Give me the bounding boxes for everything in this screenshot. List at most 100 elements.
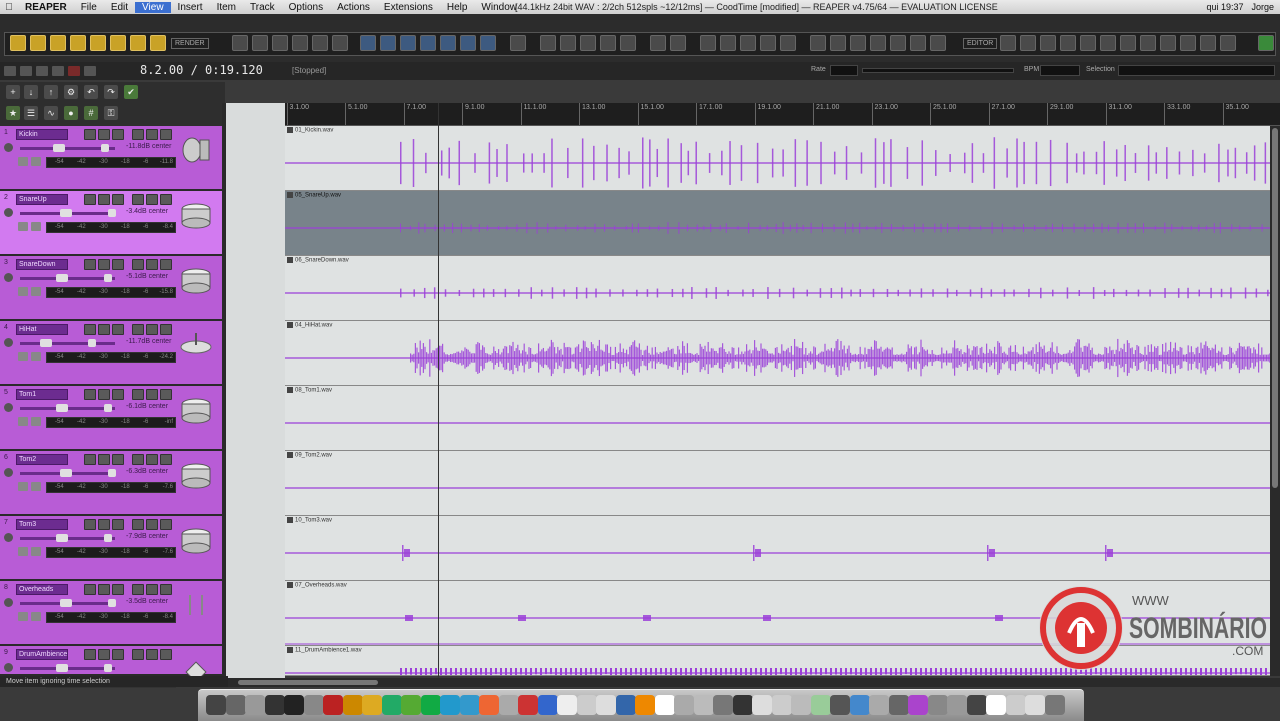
track-io-button[interactable]	[146, 584, 158, 595]
media-item-label[interactable]: 07_Overheads.wav	[287, 582, 347, 589]
rate-slider[interactable]	[862, 68, 1014, 73]
dock-app-icon[interactable]	[849, 695, 870, 715]
track-phase-button[interactable]	[160, 324, 172, 335]
media-item-label[interactable]: 04_HiHat.wav	[287, 322, 332, 329]
dock-app-icon[interactable]	[420, 695, 441, 715]
menu-view[interactable]: View	[135, 1, 171, 13]
dock-app-icon[interactable]	[323, 695, 343, 715]
menu-help[interactable]: Help	[440, 2, 475, 13]
item-lock-icon[interactable]	[287, 517, 293, 523]
toolbar-button[interactable]	[312, 35, 328, 51]
dock-app-icon[interactable]	[1005, 695, 1026, 715]
track-mute-button[interactable]	[98, 649, 110, 660]
toolbar-button[interactable]	[110, 35, 126, 51]
dock-app-icon[interactable]	[303, 695, 324, 715]
track-fx-button[interactable]	[84, 584, 96, 595]
media-item-label[interactable]: 09_Tom2.wav	[287, 452, 332, 459]
snap-icon[interactable]: ✔	[124, 85, 138, 99]
volume-knob[interactable]	[56, 274, 68, 282]
toolbar-button[interactable]	[380, 35, 396, 51]
dock-app-icon[interactable]	[635, 695, 655, 715]
track-name[interactable]: SnareDown	[16, 259, 68, 270]
toolbar-button[interactable]	[232, 35, 248, 51]
track-route-icon[interactable]	[31, 287, 41, 296]
track-env-button[interactable]	[132, 519, 144, 530]
track-lane[interactable]: 09_Tom2.wav	[285, 451, 1270, 516]
volume-knob[interactable]	[40, 339, 52, 347]
track-env-button[interactable]	[132, 324, 144, 335]
track-lane[interactable]: 04_HiHat.wav	[285, 321, 1270, 386]
track-mute-button[interactable]	[98, 194, 110, 205]
track-env-button[interactable]	[132, 649, 144, 660]
arrange-pre-roll[interactable]	[222, 103, 285, 678]
dock-app-icon[interactable]	[459, 695, 480, 715]
toolbar-button[interactable]	[700, 35, 716, 51]
dock-app-icon[interactable]	[654, 695, 675, 715]
new-track-icon[interactable]: +	[6, 85, 20, 99]
record-arm-button[interactable]	[4, 143, 13, 152]
dock-app-icon[interactable]	[576, 695, 597, 715]
dock-app-icon[interactable]	[557, 695, 577, 715]
volume-knob[interactable]	[56, 534, 68, 542]
track-lane[interactable]: 06_SnareDown.wav	[285, 256, 1270, 321]
stop-button[interactable]	[52, 66, 64, 76]
export-icon[interactable]: ↑	[44, 85, 58, 99]
toolbar-button[interactable]	[1200, 35, 1216, 51]
media-item-label[interactable]: 01_Kickin.wav	[287, 127, 333, 134]
dock-app-icon[interactable]	[830, 695, 850, 715]
dock-app-icon[interactable]	[810, 695, 831, 715]
toolbar-button[interactable]	[30, 35, 46, 51]
item-lock-icon[interactable]	[287, 647, 293, 653]
dock-app-icon[interactable]	[440, 695, 460, 715]
toolbar-button[interactable]	[360, 35, 376, 51]
item-lock-icon[interactable]	[287, 582, 293, 588]
volume-slider[interactable]	[20, 274, 115, 282]
volume-slider[interactable]	[20, 209, 116, 217]
dock-app-icon[interactable]	[401, 695, 421, 715]
pan-knob[interactable]	[104, 404, 112, 412]
track-io-button[interactable]	[146, 259, 158, 270]
menu-user[interactable]: Jorge	[1251, 2, 1274, 12]
toolbar-button[interactable]	[1100, 35, 1116, 51]
toolbar-button[interactable]	[150, 35, 166, 51]
track-phase-button[interactable]	[160, 584, 172, 595]
toolbar-button[interactable]	[1180, 35, 1196, 51]
track-solo-button[interactable]	[112, 129, 124, 140]
track-panel[interactable]: 8 Overheads -3.5dB center -54 -42 -30 -18 -6 -8.…	[0, 581, 222, 646]
track-env-button[interactable]	[132, 584, 144, 595]
toolbar-button[interactable]	[740, 35, 756, 51]
track-name[interactable]: Tom3	[16, 519, 68, 530]
record-arm-button[interactable]	[4, 598, 13, 607]
track-fx-button[interactable]	[84, 324, 96, 335]
pan-knob[interactable]	[108, 209, 116, 217]
record-arm-button[interactable]	[4, 403, 13, 412]
track-route-icon[interactable]	[31, 352, 41, 361]
track-solo-button[interactable]	[112, 259, 124, 270]
toolbar-button[interactable]	[480, 35, 496, 51]
grid-icon[interactable]: #	[84, 106, 98, 120]
volume-knob[interactable]	[53, 144, 65, 152]
volume-knob[interactable]	[60, 469, 72, 477]
toolbar-button[interactable]	[620, 35, 636, 51]
toolbar-button[interactable]	[1140, 35, 1156, 51]
track-io-icon[interactable]	[18, 287, 28, 296]
dock-app-icon[interactable]	[713, 695, 733, 715]
track-env-button[interactable]	[132, 259, 144, 270]
item-lock-icon[interactable]	[287, 127, 293, 133]
track-io-icon[interactable]	[18, 612, 28, 621]
track-io-icon[interactable]	[18, 482, 28, 491]
track-phase-button[interactable]	[160, 454, 172, 465]
dock-app-icon[interactable]	[284, 695, 304, 715]
toolbar-button[interactable]	[10, 35, 26, 51]
lock-icon[interactable]: ⚿	[104, 106, 118, 120]
timeline-ruler[interactable]: 1.1.003.1.005.1.007.1.009.1.0011.1.0013.…	[228, 103, 1280, 126]
dock-app-icon[interactable]	[752, 695, 772, 715]
volume-knob[interactable]	[56, 664, 68, 672]
track-route-icon[interactable]	[31, 222, 41, 231]
undo-icon[interactable]: ↶	[84, 85, 98, 99]
toolbar-button[interactable]	[272, 35, 288, 51]
track-fx-button[interactable]	[84, 519, 96, 530]
media-item-label[interactable]: 10_Tom3.wav	[287, 517, 332, 524]
dock-app-icon[interactable]	[986, 695, 1006, 715]
track-phase-button[interactable]	[160, 389, 172, 400]
